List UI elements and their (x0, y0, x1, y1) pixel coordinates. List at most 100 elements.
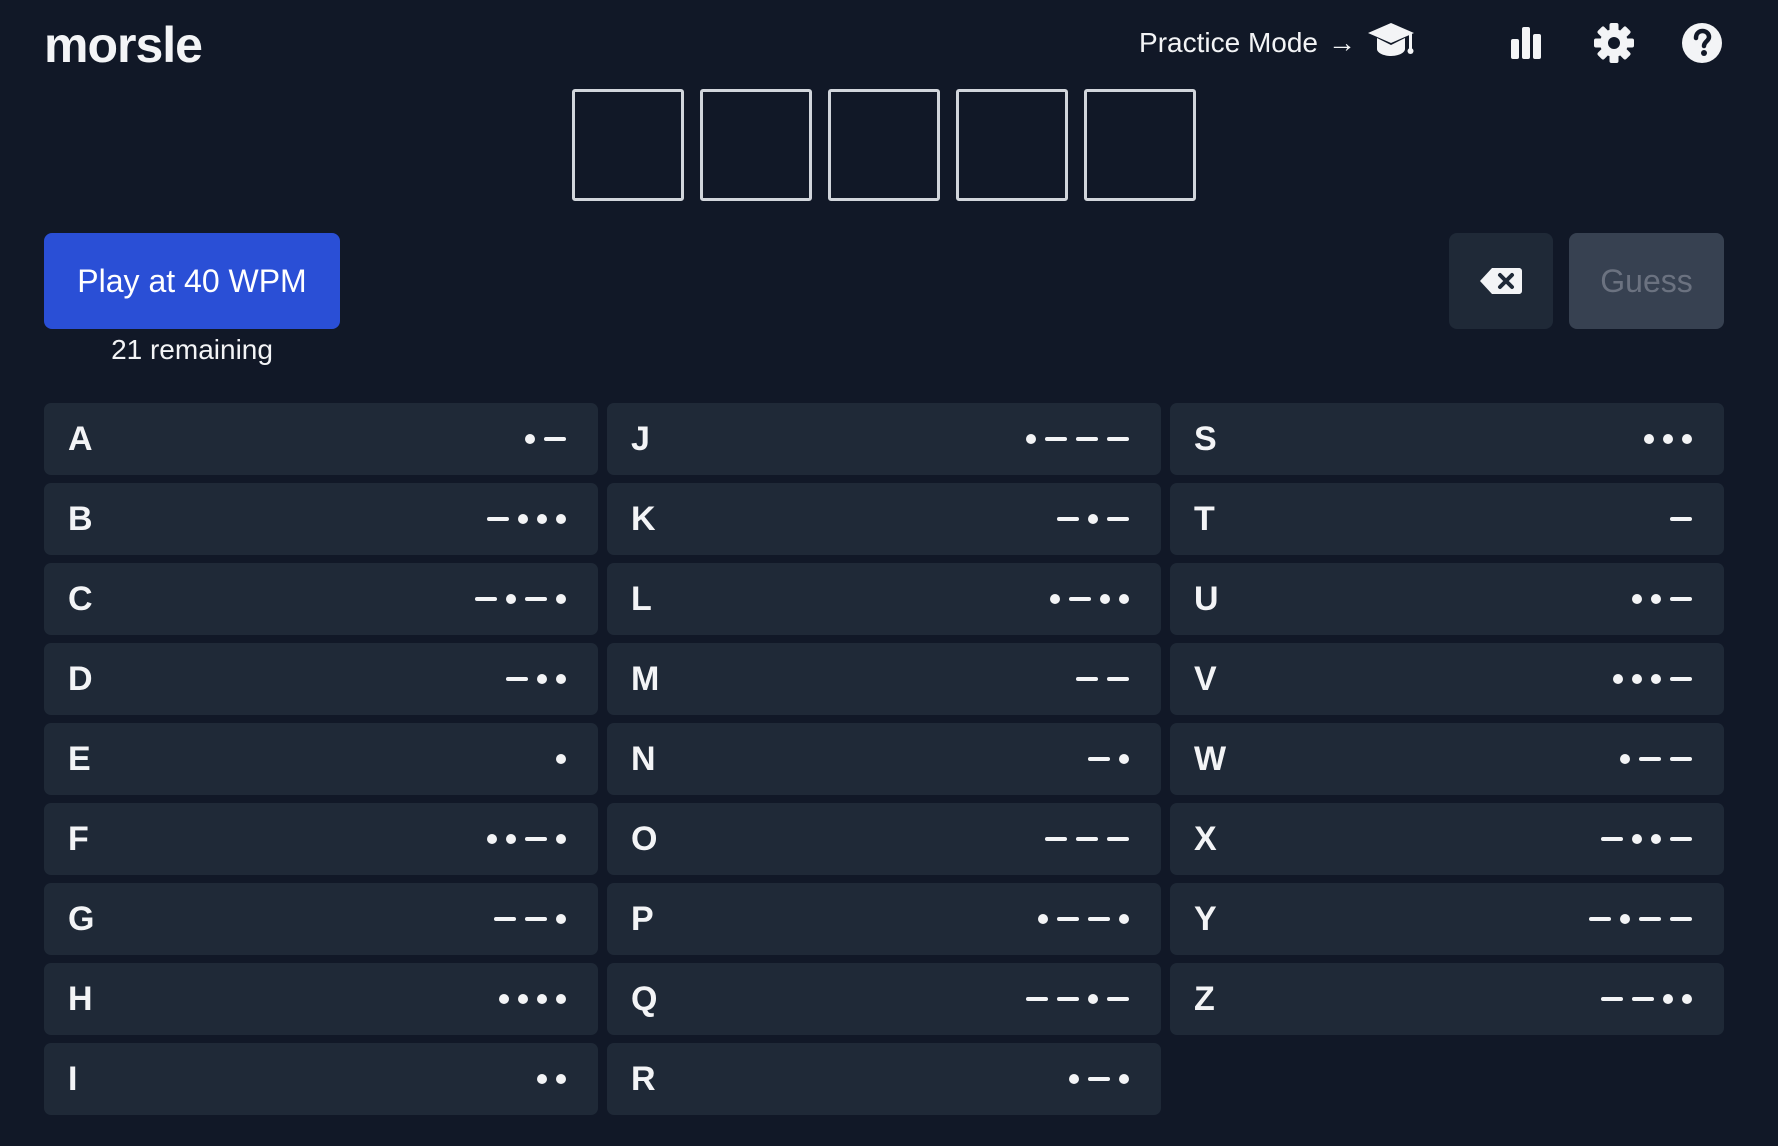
key-r[interactable]: R (607, 1043, 1161, 1115)
morse-dot (518, 514, 528, 524)
morse-dash (1069, 597, 1091, 601)
morse-dot (556, 674, 566, 684)
morse-dash (1057, 917, 1079, 921)
key-letter: J (631, 419, 650, 458)
letter-tile (1084, 89, 1196, 201)
gear-icon[interactable] (1592, 21, 1636, 65)
key-h[interactable]: H (44, 963, 598, 1035)
morse-dot (556, 514, 566, 524)
morse-dash (487, 517, 509, 521)
key-v[interactable]: V (1170, 643, 1724, 715)
morse-dot (1100, 594, 1110, 604)
morse-code (1601, 994, 1692, 1004)
key-g[interactable]: G (44, 883, 598, 955)
key-s[interactable]: S (1170, 403, 1724, 475)
morse-dash (1670, 917, 1692, 921)
key-k[interactable]: K (607, 483, 1161, 555)
morse-dot (537, 674, 547, 684)
guess-tiles (572, 89, 1196, 201)
morse-dash (1045, 437, 1067, 441)
morse-dot (1038, 914, 1048, 924)
key-a[interactable]: A (44, 403, 598, 475)
morse-dash (1076, 437, 1098, 441)
key-letter: L (631, 579, 652, 618)
key-n[interactable]: N (607, 723, 1161, 795)
key-c[interactable]: C (44, 563, 598, 635)
morse-dash (475, 597, 497, 601)
key-i[interactable]: I (44, 1043, 598, 1115)
morse-dash (1107, 997, 1129, 1001)
morse-code (1045, 837, 1129, 841)
morse-dot (1632, 674, 1642, 684)
key-letter: P (631, 899, 654, 938)
key-letter: X (1194, 819, 1217, 858)
key-letter: Z (1194, 979, 1215, 1018)
morse-dash (1057, 517, 1079, 521)
arrow-right-icon: → (1328, 27, 1356, 58)
key-f[interactable]: F (44, 803, 598, 875)
morse-dot (556, 1074, 566, 1084)
morse-dot (537, 994, 547, 1004)
morse-dash (1076, 677, 1098, 681)
morse-dot (1663, 994, 1673, 1004)
key-d[interactable]: D (44, 643, 598, 715)
morse-dot (506, 594, 516, 604)
letter-tile (828, 89, 940, 201)
morse-code (1601, 834, 1692, 844)
play-button[interactable]: Play at 40 WPM (44, 233, 340, 329)
morse-dash (1670, 677, 1692, 681)
morse-dot (556, 834, 566, 844)
letter-tile (572, 89, 684, 201)
key-o[interactable]: O (607, 803, 1161, 875)
morse-dash (1107, 837, 1129, 841)
morse-code (506, 674, 566, 684)
key-letter: Y (1194, 899, 1217, 938)
key-x[interactable]: X (1170, 803, 1724, 875)
morse-code (494, 914, 566, 924)
morse-dot (1651, 834, 1661, 844)
morse-code (1088, 754, 1129, 764)
morse-dash (525, 917, 547, 921)
key-y[interactable]: Y (1170, 883, 1724, 955)
morse-code (1038, 914, 1129, 924)
key-w[interactable]: W (1170, 723, 1724, 795)
key-letter: Q (631, 979, 658, 1018)
morse-dash (1589, 917, 1611, 921)
key-letter: S (1194, 419, 1217, 458)
morse-dash (1088, 917, 1110, 921)
morse-dot (1620, 914, 1630, 924)
guess-button[interactable]: Guess (1569, 233, 1724, 329)
morse-dash (1670, 597, 1692, 601)
morse-code (475, 594, 566, 604)
key-z[interactable]: Z (1170, 963, 1724, 1035)
key-letter: I (68, 1059, 78, 1098)
key-j[interactable]: J (607, 403, 1161, 475)
key-p[interactable]: P (607, 883, 1161, 955)
morse-dash (1601, 837, 1623, 841)
morse-dash (1076, 837, 1098, 841)
morse-dot (1119, 914, 1129, 924)
morse-dot (556, 594, 566, 604)
key-m[interactable]: M (607, 643, 1161, 715)
morse-code (1026, 994, 1129, 1004)
help-icon[interactable] (1680, 21, 1724, 65)
stats-icon[interactable] (1504, 21, 1548, 65)
key-letter: M (631, 659, 660, 698)
morse-dot (556, 914, 566, 924)
morse-dash (1632, 997, 1654, 1001)
key-letter: H (68, 979, 93, 1018)
key-e[interactable]: E (44, 723, 598, 795)
key-letter: V (1194, 659, 1217, 698)
key-letter: B (68, 499, 93, 538)
key-q[interactable]: Q (607, 963, 1161, 1035)
morse-dash (1670, 837, 1692, 841)
key-t[interactable]: T (1170, 483, 1724, 555)
key-u[interactable]: U (1170, 563, 1724, 635)
practice-mode-link[interactable]: Practice Mode → (1139, 20, 1416, 67)
key-b[interactable]: B (44, 483, 598, 555)
backspace-button[interactable] (1449, 233, 1553, 329)
key-l[interactable]: L (607, 563, 1161, 635)
morse-dash (1601, 997, 1623, 1001)
morse-code (1620, 754, 1692, 764)
morse-dot (1632, 834, 1642, 844)
